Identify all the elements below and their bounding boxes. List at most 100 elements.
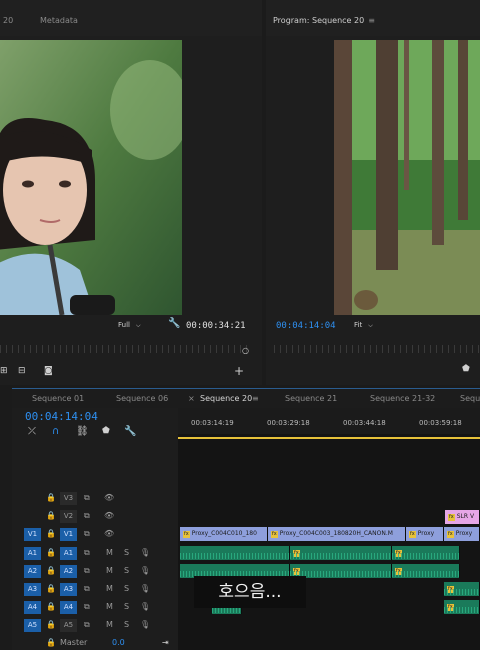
camera-icon[interactable]: ◙	[44, 366, 53, 376]
sync-lock-icon[interactable]: ⧉	[84, 493, 90, 503]
add-marker-icon[interactable]: ⬟	[102, 426, 110, 436]
source-patch-a5[interactable]: A5	[24, 619, 41, 632]
lock-icon[interactable]: 🔒	[46, 493, 56, 502]
settings-wrench-icon[interactable]: 🔧	[124, 426, 136, 437]
eye-icon[interactable]: 👁	[104, 493, 114, 502]
close-tab-icon[interactable]: ×	[188, 394, 195, 403]
sync-lock-icon[interactable]: ⧉	[84, 584, 90, 594]
mic-icon[interactable]: 🎙	[140, 602, 150, 611]
track-label-a4[interactable]: A4	[60, 601, 77, 614]
sync-lock-icon[interactable]: ⧉	[84, 566, 90, 576]
go-to-end-icon[interactable]: ⇥	[162, 638, 169, 647]
program-timecode[interactable]: 00:04:14:04	[276, 321, 336, 331]
source-patch-v1[interactable]: V1	[24, 528, 41, 541]
linked-selection-icon[interactable]: ⛓	[76, 426, 89, 437]
source-time-ruler[interactable]	[0, 345, 248, 353]
mic-icon[interactable]: 🎙	[140, 620, 150, 629]
tab-sequence-more[interactable]: Seque	[460, 394, 480, 403]
sync-lock-icon[interactable]: ⧉	[84, 511, 90, 521]
sync-lock-icon[interactable]: ⧉	[84, 602, 90, 612]
tab-sequence-06[interactable]: Sequence 06	[116, 394, 168, 403]
mic-icon[interactable]: 🎙	[140, 584, 150, 593]
tab-metadata[interactable]: Metadata	[40, 16, 78, 25]
track-label-a5[interactable]: A5	[60, 619, 77, 632]
clip-v1[interactable]: fx Proxy	[406, 527, 444, 541]
clip-a1[interactable]: fx	[290, 546, 392, 560]
track-label-a2[interactable]: A2	[60, 565, 77, 578]
mute-button[interactable]: M	[106, 566, 113, 575]
clip-v2[interactable]: fx SLR V	[445, 510, 480, 524]
mute-button[interactable]: M	[106, 584, 113, 593]
solo-button[interactable]: S	[124, 620, 129, 629]
track-label-v1[interactable]: V1	[60, 528, 77, 541]
program-time-ruler[interactable]	[274, 345, 480, 353]
source-timecode[interactable]: 00:00:34:21	[186, 321, 246, 331]
track-label-a1[interactable]: A1	[60, 547, 77, 560]
mute-button[interactable]: M	[106, 602, 113, 611]
nest-icon[interactable]: ⤫	[28, 426, 36, 437]
subtitle-overlay: 호으음...	[194, 576, 306, 608]
solo-button[interactable]: S	[124, 584, 129, 593]
insert-icon[interactable]: ⊞	[0, 366, 8, 376]
eye-icon[interactable]: 👁	[104, 529, 114, 538]
lock-icon[interactable]: 🔒	[46, 584, 56, 593]
lock-icon[interactable]: 🔒	[46, 638, 56, 647]
source-patch-a1[interactable]: A1	[24, 547, 41, 560]
source-tab-number[interactable]: 20	[3, 16, 13, 25]
timeline-playhead-timecode[interactable]: 00:04:14:04	[25, 410, 98, 423]
sync-lock-icon[interactable]: ⧉	[84, 620, 90, 630]
program-zoom-select[interactable]: Fit ⌵	[354, 321, 373, 330]
mic-icon[interactable]: 🎙	[140, 566, 150, 575]
clip-v1[interactable]: fx Proxy	[444, 527, 480, 541]
overwrite-icon[interactable]: ⊟	[18, 366, 26, 376]
lock-icon[interactable]: 🔒	[46, 602, 56, 611]
add-button-icon[interactable]: +	[234, 364, 244, 378]
clip-v1[interactable]: fx Proxy_C004C010_180	[180, 527, 268, 541]
clip-a1[interactable]	[180, 546, 290, 560]
source-patch-a3[interactable]: A3	[24, 583, 41, 596]
clip-v1[interactable]: fx Proxy_C004C003_180820H_CANON.M	[268, 527, 406, 541]
tab-sequence-21[interactable]: Sequence 21	[285, 394, 337, 403]
source-patch-a2[interactable]: A2	[24, 565, 41, 578]
lock-icon[interactable]: 🔒	[46, 620, 56, 629]
mic-icon[interactable]: 🎙	[140, 548, 150, 557]
track-row-a2: A2 🔒 A2 ⧉ M S 🎙	[12, 563, 178, 579]
source-video-image	[0, 40, 182, 315]
eye-icon[interactable]: 👁	[104, 511, 114, 520]
track-label-v3[interactable]: V3	[60, 492, 77, 505]
master-volume-value[interactable]: 0.0	[112, 638, 125, 647]
ruler-label: 00:03:59:18	[419, 419, 462, 427]
mute-button[interactable]: M	[106, 548, 113, 557]
program-video-image	[334, 40, 480, 315]
lock-icon[interactable]: 🔒	[46, 529, 56, 538]
lock-icon[interactable]: 🔒	[46, 566, 56, 575]
solo-button[interactable]: S	[124, 548, 129, 557]
sync-lock-icon[interactable]: ⧉	[84, 548, 90, 558]
mute-button[interactable]: M	[106, 620, 113, 629]
wrench-icon[interactable]: 🔧	[168, 318, 180, 329]
lock-icon[interactable]: 🔒	[46, 548, 56, 557]
marker-icon[interactable]: ⬟	[462, 364, 470, 374]
clip-a2[interactable]: fx	[392, 564, 460, 578]
tab-program-sequence[interactable]: Program: Sequence 20 ≡	[273, 16, 375, 25]
tab-sequence-01[interactable]: Sequence 01	[32, 394, 84, 403]
sync-lock-icon[interactable]: ⧉	[84, 529, 90, 539]
track-row-v3: 🔒 V3 ⧉ 👁	[12, 490, 178, 506]
lock-icon[interactable]: 🔒	[46, 511, 56, 520]
solo-button[interactable]: S	[124, 566, 129, 575]
solo-button[interactable]: S	[124, 602, 129, 611]
tab-sequence-20[interactable]: Sequence 20	[200, 394, 252, 403]
clip-a3[interactable]: fx	[444, 582, 480, 596]
clip-a4[interactable]: fx	[444, 600, 480, 614]
snap-magnet-icon[interactable]: ∩	[52, 426, 59, 437]
clip-a1[interactable]: fx	[392, 546, 460, 560]
playhead-end-icon[interactable]: ○	[242, 346, 249, 355]
work-area-bar[interactable]	[178, 437, 480, 439]
track-label-v2[interactable]: V2	[60, 510, 77, 523]
source-zoom-select[interactable]: Full ⌵	[118, 321, 141, 330]
tab-sequence-21-32[interactable]: Sequence 21-32	[370, 394, 435, 403]
panel-menu-icon[interactable]: ≡	[368, 16, 375, 25]
source-patch-a4[interactable]: A4	[24, 601, 41, 614]
track-label-a3[interactable]: A3	[60, 583, 77, 596]
panel-menu-icon[interactable]: ≡	[252, 394, 259, 403]
